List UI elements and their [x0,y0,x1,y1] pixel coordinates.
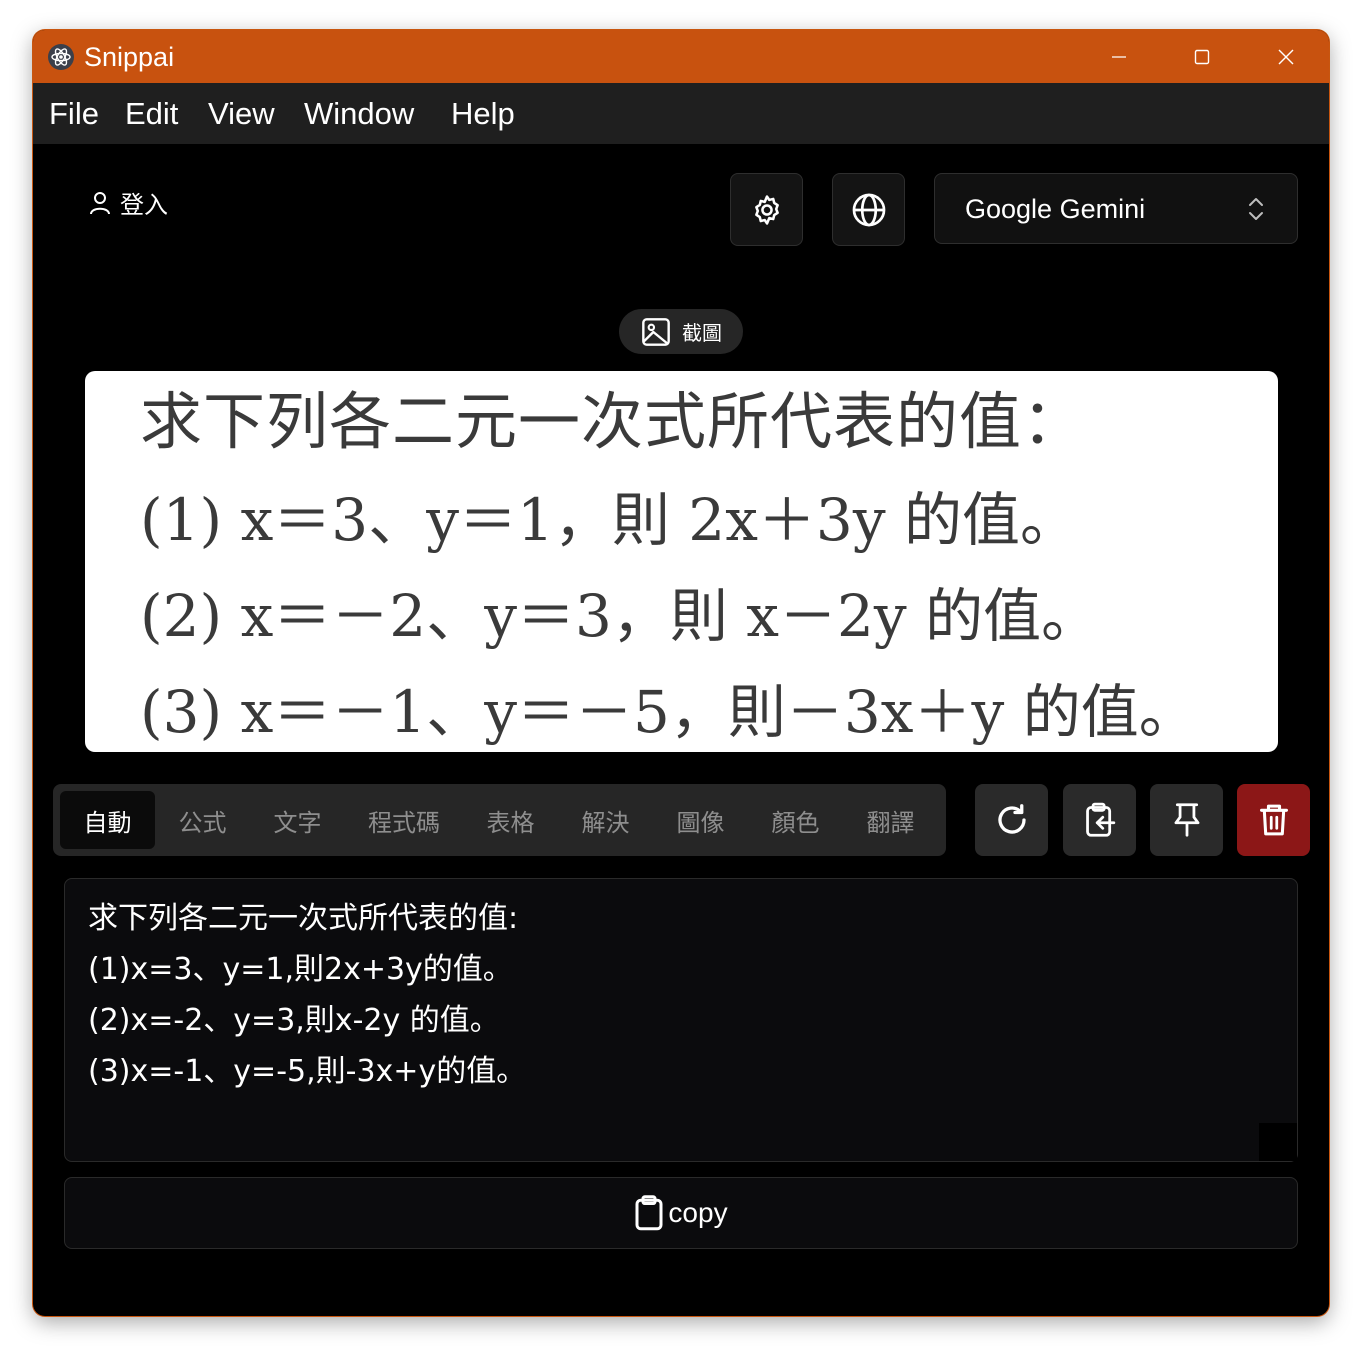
refresh-button[interactable] [975,784,1048,856]
trash-icon [1259,804,1288,836]
menu-bar: File Edit View Window Help [33,83,1329,144]
model-select[interactable]: Google Gemini [934,173,1298,244]
clipboard-icon [635,1195,663,1231]
result-line: (1)x=3、y=1,則2x+3y的值。 [88,952,513,987]
app-window: Snippai File Edit View Window Help 登入 Go… [33,30,1329,1316]
window-title: Snippai [84,42,175,72]
menu-view[interactable]: View [208,96,275,132]
capture-label: 截圖 [682,321,722,345]
tab-auto[interactable]: 自動 [60,791,155,849]
title-bar[interactable]: Snippai [33,30,1329,83]
language-button[interactable] [832,173,905,246]
close-icon [1278,49,1294,64]
preview-line-2: (2) x＝－2、y＝3，則 x－2y 的值。 [140,582,1100,650]
login-label: 登入 [120,191,168,219]
globe-icon [852,193,885,226]
result-line: (2)x=-2、y=3,則x-2y 的值。 [88,1003,500,1038]
app-logo-icon [48,44,74,70]
tab-formula[interactable]: 公式 [155,791,250,849]
maximize-icon [1194,49,1210,64]
user-icon [90,191,110,214]
tab-solve[interactable]: 解決 [558,791,653,849]
result-textarea[interactable]: 求下列各二元一次式所代表的值: (1)x=3、y=1,則2x+3y的值。 (2)… [64,878,1298,1162]
preview-line-title: 求下列各二元一次式所代表的值： [140,385,1086,458]
menu-edit[interactable]: Edit [125,96,178,132]
image-icon [642,317,670,346]
tab-table[interactable]: 表格 [463,791,558,849]
tab-code[interactable]: 程式碼 [345,791,463,849]
refresh-icon [997,804,1026,834]
minimize-button[interactable] [1077,30,1161,83]
minimize-icon [1112,55,1126,58]
tab-translate[interactable]: 翻譯 [843,791,938,849]
preview-line-1: (1) x＝3、y＝1，則 2x＋3y 的值。 [140,486,1079,554]
textarea-resize-handle[interactable] [1259,1123,1297,1161]
captured-image-preview: 求下列各二元一次式所代表的值： (1) x＝3、y＝1，則 2x＋3y 的值。 … [85,371,1278,752]
menu-help[interactable]: Help [451,96,515,132]
maximize-button[interactable] [1160,30,1244,83]
preview-line-3: (3) x＝－1、y＝－5，則－3x＋y 的值。 [140,678,1197,746]
pin-icon [1174,803,1199,837]
clipboard-import-icon [1085,802,1115,837]
tab-image[interactable]: 圖像 [653,791,748,849]
close-button[interactable] [1244,30,1328,83]
result-line: (3)x=-1、y=-5,則-3x+y的值。 [88,1054,527,1089]
settings-button[interactable] [730,173,803,246]
pin-button[interactable] [1150,784,1223,856]
delete-button[interactable] [1237,784,1310,856]
tab-color[interactable]: 顏色 [748,791,843,849]
copy-label: copy [668,1197,728,1228]
menu-window[interactable]: Window [304,96,414,132]
gear-icon [754,194,779,225]
capture-button[interactable]: 截圖 [619,309,743,354]
model-select-value: Google Gemini [965,194,1146,224]
login-button[interactable]: 登入 [88,185,168,220]
mode-tabs: 自動 公式 文字 程式碼 表格 解決 圖像 顏色 翻譯 [53,784,946,856]
paste-to-input-button[interactable] [1063,784,1136,856]
menu-file[interactable]: File [49,96,99,132]
copy-button[interactable]: copy [64,1177,1298,1249]
chevron-up-down-icon [1249,198,1263,220]
result-line: 求下列各二元一次式所代表的值: [88,901,519,936]
tab-text[interactable]: 文字 [250,791,345,849]
